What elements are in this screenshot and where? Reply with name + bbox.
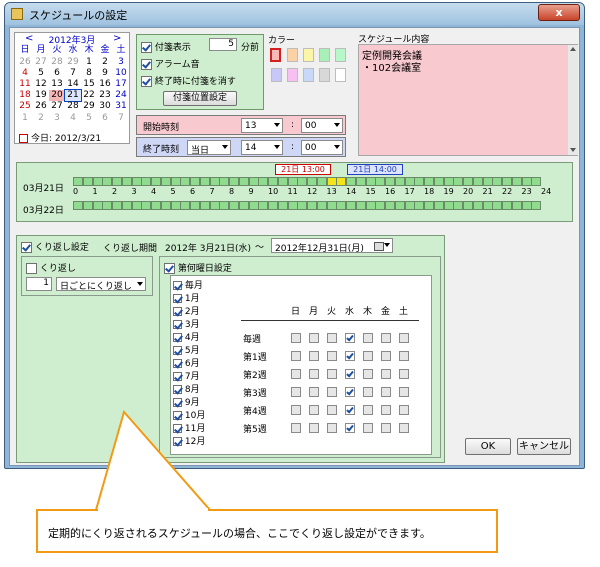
callout-joint	[98, 508, 208, 511]
callout-pointer	[94, 409, 213, 511]
explanation-callout: 定期的にくり返されるスケジュールの場合、ここでくり返し設定ができます。	[36, 509, 498, 553]
callout-text: 定期的にくり返されるスケジュールの場合、ここでくり返し設定ができます。	[48, 527, 431, 540]
